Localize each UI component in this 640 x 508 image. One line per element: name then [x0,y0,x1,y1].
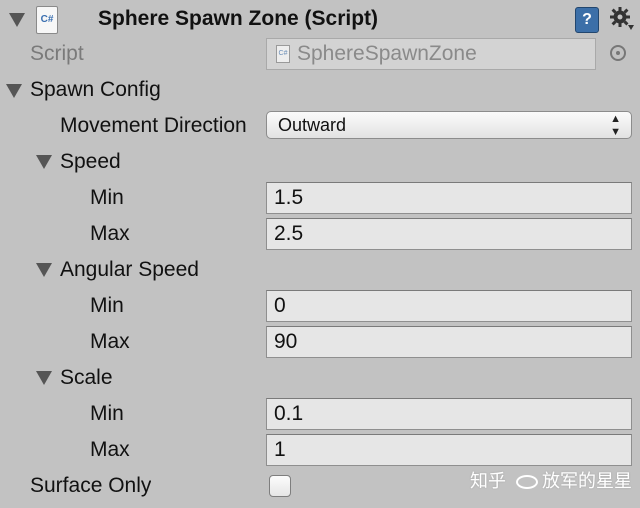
scale-foldout-icon[interactable] [36,371,52,385]
csharp-script-icon: C# [36,6,58,34]
dropdown-arrows-icon: ▲ ▼ [610,113,621,138]
component-header[interactable]: C# Sphere Spawn Zone (Script) ? [0,0,640,40]
help-book-icon[interactable]: ? [575,7,599,33]
inspector-panel: C# Sphere Spawn Zone (Script) ? Script C… [0,0,640,508]
component-title: Sphere Spawn Zone (Script) [98,7,379,30]
script-reference-field[interactable]: C# SphereSpawnZone [266,38,596,70]
angular-speed-label[interactable]: Angular Speed [60,258,199,282]
speed-min-field[interactable]: 1.5 [266,182,632,214]
movement-direction-dropdown[interactable]: Outward ▲ ▼ [266,111,632,139]
speed-max-label: Max [90,222,130,245]
speed-foldout-icon[interactable] [36,155,52,169]
angular-speed-max-label: Max [90,330,130,353]
watermark-at-icon [516,475,538,490]
angular-speed-min-label: Min [90,294,124,317]
scale-max-label: Max [90,438,130,461]
object-picker-icon[interactable] [610,45,626,61]
script-label: Script [30,42,84,65]
scale-min-label: Min [90,402,124,425]
movement-direction-label: Movement Direction [60,114,247,137]
angular-speed-max-field[interactable]: 90 [266,326,632,358]
watermark: 知乎 放军的星星 [470,467,632,493]
scale-max-field[interactable]: 1 [266,434,632,466]
watermark-site: 知乎 [470,471,506,491]
scale-label[interactable]: Scale [60,366,113,390]
scale-min-field[interactable]: 0.1 [266,398,632,430]
script-file-icon: C# [276,45,290,63]
spawn-config-foldout-icon[interactable] [6,84,22,98]
gear-icon[interactable] [610,5,636,33]
speed-min-label: Min [90,186,124,209]
movement-direction-value: Outward [278,115,347,135]
surface-only-label: Surface Only [30,474,152,497]
speed-label[interactable]: Speed [60,150,121,174]
script-reference-value: SphereSpawnZone [297,42,477,65]
component-foldout-arrow-icon[interactable] [9,13,25,27]
surface-only-checkbox[interactable] [269,475,291,497]
speed-max-field[interactable]: 2.5 [266,218,632,250]
spawn-config-label[interactable]: Spawn Config [30,78,161,102]
watermark-handle: 放军的星星 [542,471,632,491]
angular-speed-min-field[interactable]: 0 [266,290,632,322]
angular-speed-foldout-icon[interactable] [36,263,52,277]
